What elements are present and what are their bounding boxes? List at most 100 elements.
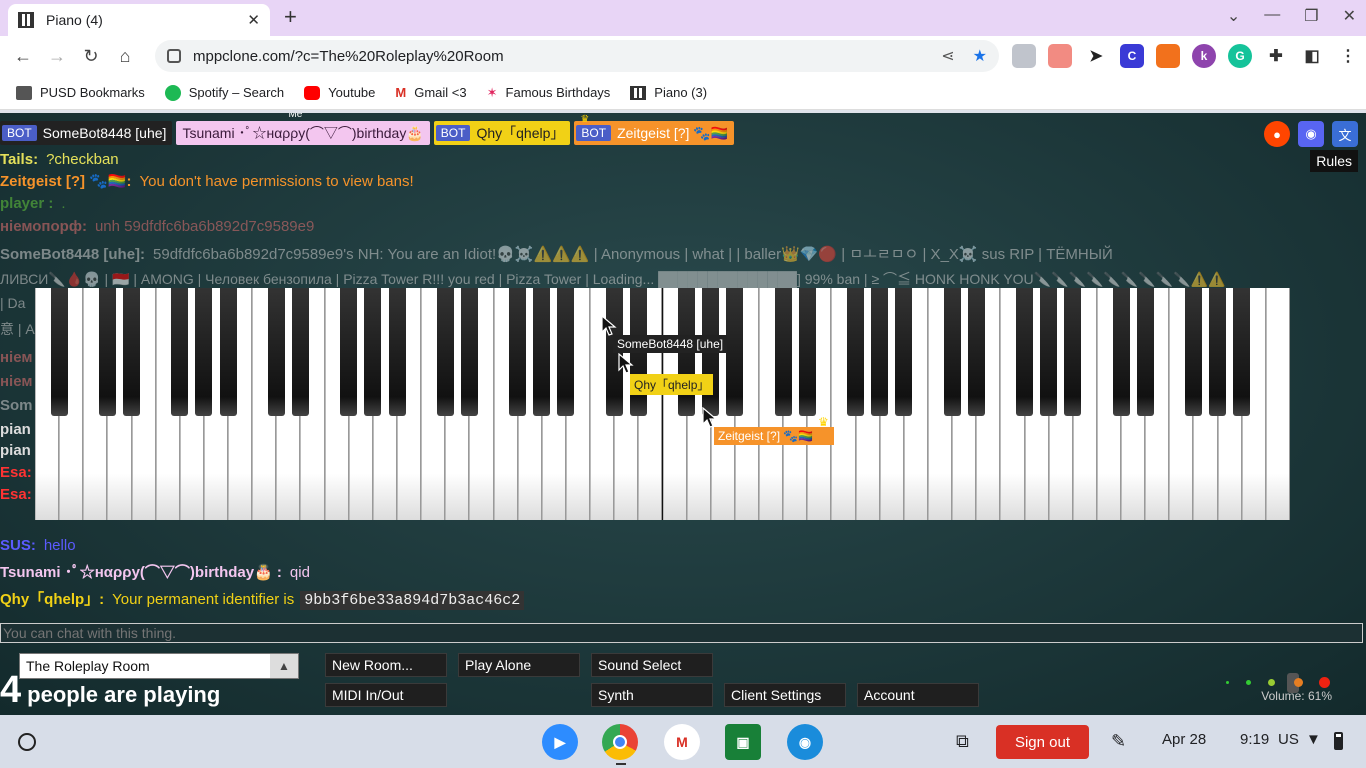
black-key[interactable] [171,288,189,416]
sound-select-button[interactable]: Sound Select [591,653,713,677]
bookmark-spotify[interactable]: Spotify – Search [164,84,284,101]
black-key[interactable] [195,288,213,416]
black-key[interactable] [50,288,68,416]
bookmark-gmail[interactable]: M Gmail <3 [395,85,466,100]
black-key[interactable] [388,288,406,416]
account-button[interactable]: Account [857,683,979,707]
clipboard-icon[interactable]: ⧉ [956,731,969,752]
client-settings-button[interactable]: Client Settings [724,683,846,707]
tab-search-icon[interactable]: ⌄ [1227,6,1240,26]
chrome-app-icon[interactable] [602,724,638,760]
extension-1-icon[interactable] [1012,44,1036,68]
black-key[interactable] [1233,288,1251,416]
black-key[interactable] [436,288,454,416]
extensions-puzzle-icon[interactable]: ✚ [1264,44,1288,68]
sign-out-button[interactable]: Sign out [996,725,1089,759]
address-bar[interactable]: mppclone.com/?c=The%20Roleplay%20Room ⋖ … [155,40,999,72]
grammarly-icon[interactable]: G [1228,44,1252,68]
synth-button[interactable]: Synth [591,683,713,707]
player-count: 4 people are playing [0,669,220,712]
bookmark-pusd[interactable]: PUSD Bookmarks [16,85,145,100]
black-key[interactable] [798,288,816,416]
volume-control[interactable]: Volume: 61% [1222,673,1342,713]
black-key[interactable] [364,288,382,416]
user-chip-qhy[interactable]: BOT Qhy「qhelp」 [433,121,571,145]
black-key[interactable] [1040,288,1058,416]
extension-5-icon[interactable] [1156,44,1180,68]
black-key[interactable] [943,288,961,416]
stylus-icon[interactable]: ✎ [1111,731,1126,752]
chat-input[interactable] [0,623,1363,643]
url-text[interactable]: mppclone.com/?c=The%20Roleplay%20Room [193,48,923,65]
launcher-icon[interactable] [18,733,36,751]
extension-c-icon[interactable]: C [1120,44,1144,68]
extension-k-icon[interactable]: k [1192,44,1216,68]
translate-icon[interactable]: 文 [1332,121,1358,147]
black-key[interactable] [291,288,309,416]
bookmark-famous-birthdays[interactable]: ✶ Famous Birthdays [487,85,611,101]
play-alone-button[interactable]: Play Alone [458,653,580,677]
black-key[interactable] [1184,288,1202,416]
black-key[interactable] [98,288,116,416]
new-tab-icon[interactable]: + [284,4,297,30]
close-window-icon[interactable]: ✕ [1343,6,1356,26]
black-key[interactable] [219,288,237,416]
black-key[interactable] [340,288,358,416]
gmail-app-icon[interactable]: M [664,724,700,760]
chat-message: Tsunami ･ﾟ☆нαρρу(⌒▽⌒)birthday🎂 : qid [0,564,310,581]
extension-2-icon[interactable] [1048,44,1072,68]
black-key[interactable] [460,288,478,416]
screen-app-icon[interactable]: ◉ [787,724,823,760]
forward-icon[interactable]: → [40,46,74,67]
chevron-up-icon[interactable]: ▲ [270,654,298,678]
back-icon[interactable]: ← [6,46,40,67]
close-tab-icon[interactable]: ✕ [247,11,260,29]
black-key[interactable] [871,288,889,416]
side-panel-icon[interactable]: ◧ [1300,44,1324,68]
black-key[interactable] [533,288,551,416]
browser-tab[interactable]: Piano (4) ✕ [8,4,270,36]
black-key[interactable] [267,288,285,416]
user-chip-tsunami[interactable]: Me Tsunami ･ﾟ☆нαρρу(⌒▽⌒)birthday🎂 [176,113,430,145]
share-icon[interactable]: ⋖ [941,46,954,66]
piano-keyboard[interactable] [35,288,1290,520]
classroom-app-icon[interactable]: ▣ [725,724,761,760]
reddit-icon[interactable]: ● [1264,121,1290,147]
new-room-button[interactable]: New Room... [325,653,447,677]
black-key[interactable] [774,288,792,416]
black-key[interactable] [1209,288,1227,416]
black-key[interactable] [1136,288,1154,416]
user-chip-somebot[interactable]: BOT SomeBot8448 [uhe] [0,121,173,145]
wifi-icon[interactable]: ▼ [1306,731,1321,748]
rules-button[interactable]: Rules [1310,150,1358,172]
minimize-icon[interactable]: — [1264,6,1280,26]
black-key[interactable] [1064,288,1082,416]
black-key[interactable] [557,288,575,416]
black-key[interactable] [509,288,527,416]
restore-icon[interactable]: ❐ [1304,6,1318,26]
time-text[interactable]: 9:19 [1240,731,1269,748]
black-key[interactable] [895,288,913,416]
bookmark-piano[interactable]: Piano (3) [630,85,707,100]
reload-icon[interactable]: ↻ [74,46,108,67]
black-key[interactable] [123,288,141,416]
black-key[interactable] [967,288,985,416]
midi-button[interactable]: MIDI In/Out [325,683,447,707]
menu-kebab-icon[interactable]: ⋮ [1336,44,1360,68]
locale-text[interactable]: US [1278,731,1299,748]
battery-icon[interactable] [1334,732,1343,750]
home-icon[interactable]: ⌂ [108,46,142,67]
bookmark-youtube[interactable]: Youtube [304,85,375,100]
black-key[interactable] [726,288,744,416]
black-key[interactable] [1016,288,1034,416]
site-info-icon[interactable] [167,49,181,63]
discord-icon[interactable]: ◉ [1298,121,1324,147]
zoom-app-icon[interactable]: ▶ [542,724,578,760]
black-key[interactable] [1112,288,1130,416]
user-chip-zeitgeist[interactable]: ♛ BOT Zeitgeist [?] 🐾🏳️‍🌈 [574,114,735,145]
black-key[interactable] [847,288,865,416]
bookmark-star-icon[interactable]: ★ [973,46,987,66]
date-text[interactable]: Apr 28 [1162,731,1206,748]
white-key[interactable] [1265,288,1290,520]
cursor-extension-icon[interactable]: ➤ [1084,44,1108,68]
